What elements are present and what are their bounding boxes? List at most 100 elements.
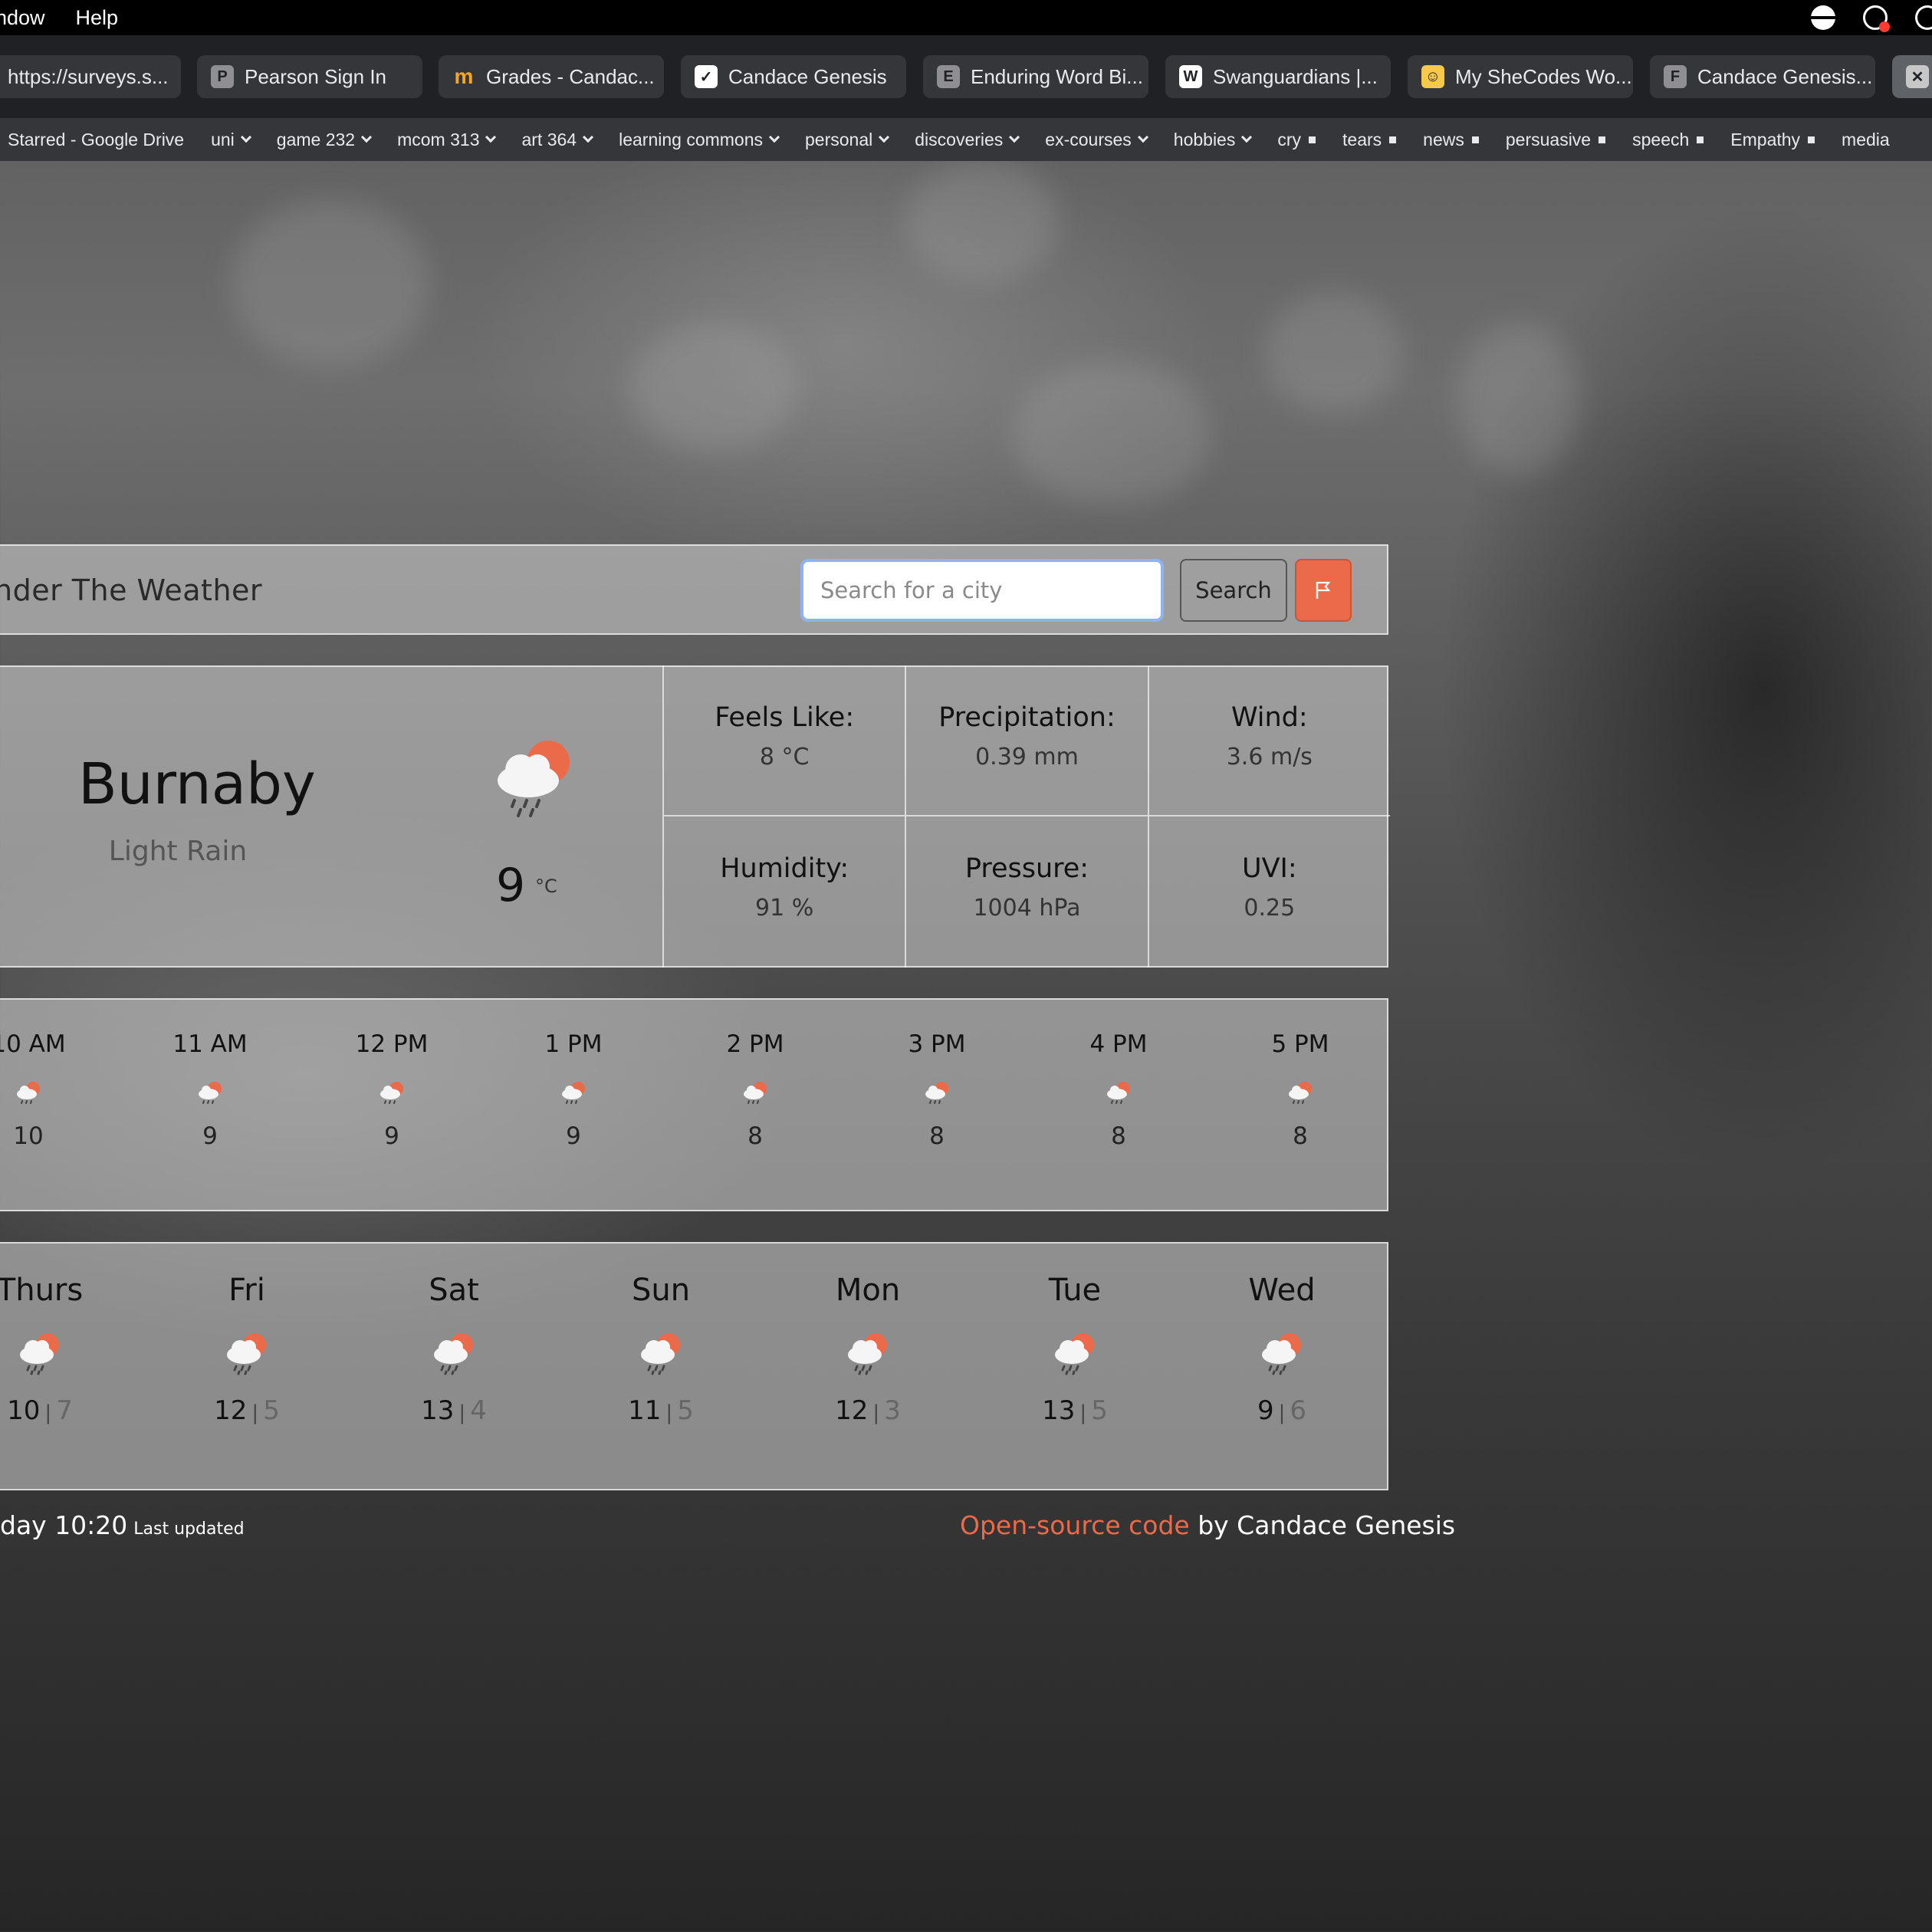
f-favicon-icon: F	[1664, 65, 1687, 88]
bookmark-label: tears	[1342, 129, 1382, 150]
author-byline: by Candace Genesis	[1189, 1510, 1456, 1540]
menu-help[interactable]: Help	[76, 6, 119, 30]
day-min-temp: 5	[263, 1395, 280, 1426]
bookmark-folder-personal[interactable]: personal	[805, 130, 890, 150]
bookmark-folder-uni[interactable]: uni	[211, 130, 251, 150]
chevron-down-icon	[583, 131, 594, 143]
genesis-favicon-icon: ✓	[695, 65, 718, 88]
day-max-temp: 12	[835, 1395, 869, 1426]
hour-time: 12 PM	[355, 1030, 429, 1058]
day-name: Tue	[1048, 1273, 1102, 1308]
bookmark-speech[interactable]: speech	[1632, 130, 1704, 150]
detail-value: 1004 hPa	[973, 895, 1081, 922]
day-min-temp: 7	[56, 1395, 73, 1426]
hour-time: 3 PM	[908, 1030, 966, 1058]
pearson-favicon-icon: P	[211, 65, 234, 88]
day-max-temp: 10	[7, 1395, 41, 1426]
bookmark-label: learning commons	[619, 129, 764, 150]
bookmark-label: speech	[1632, 129, 1690, 150]
bookmark-starred[interactable]: Starred - Google Drive	[8, 130, 184, 150]
hour-item: 5 PM 8	[1239, 1030, 1362, 1150]
status-icon[interactable]	[1915, 5, 1932, 30]
detail-value: 91 %	[755, 895, 814, 922]
globe-icon[interactable]	[1811, 5, 1835, 30]
tab-label: My SheCodes Wo...	[1455, 64, 1632, 88]
sun-cloud-rain-icon	[744, 1082, 767, 1104]
chevron-down-icon	[240, 131, 251, 143]
day-name: Wed	[1248, 1273, 1316, 1308]
detail-label: Wind:	[1230, 702, 1308, 733]
bookmark-folder-ex-courses[interactable]: ex-courses	[1045, 130, 1148, 150]
sun-cloud-rain-icon	[227, 1333, 266, 1375]
menu-window[interactable]: ndow	[0, 6, 45, 30]
day-min-temp: 6	[1290, 1395, 1307, 1426]
sun-cloud-rain-icon	[498, 741, 570, 817]
sun-cloud-rain-icon	[20, 1333, 59, 1375]
tab-grades[interactable]: m Grades - Candac...	[439, 55, 664, 98]
current-temperature: 9	[496, 859, 526, 912]
tab-pearson[interactable]: P Pearson Sign In	[197, 55, 422, 98]
flag-icon	[1316, 581, 1331, 599]
day-item: Sat 13 | 4	[385, 1273, 523, 1426]
bookmark-folder-learning[interactable]: learning commons	[619, 129, 780, 150]
tab-candace-genesis-2[interactable]: F Candace Genesis...	[1650, 55, 1875, 98]
creative-cloud-icon[interactable]	[1863, 5, 1890, 32]
hour-temp: 8	[1111, 1122, 1126, 1150]
tab-shecodes[interactable]: ☺ My SheCodes Wo...	[1408, 55, 1633, 98]
chevron-down-icon	[768, 131, 780, 143]
tab-enduring-word[interactable]: E Enduring Word Bi...	[923, 55, 1148, 98]
chevron-down-icon	[1009, 131, 1020, 143]
tab-surveys[interactable]: https://surveys.s...	[0, 55, 181, 98]
temp-separator: |	[872, 1401, 880, 1424]
day-item: Thurs 10 | 7	[0, 1273, 109, 1426]
bookmark-folder-mcom[interactable]: mcom 313	[397, 130, 497, 150]
detail-label: UVI:	[1241, 853, 1297, 884]
hour-time: 11 AM	[172, 1030, 248, 1058]
bookmark-news[interactable]: news	[1423, 130, 1479, 150]
credits: Open-source code by Candace Genesis	[960, 1510, 1455, 1540]
weather-details-grid: Feels Like: 8 °C Precipitation: 0.39 mm …	[662, 665, 1390, 968]
sun-cloud-rain-icon	[925, 1082, 948, 1104]
day-max-temp: 9	[1257, 1395, 1274, 1426]
bookmark-label: persuasive	[1505, 129, 1592, 150]
bookmark-cry[interactable]: cry	[1277, 130, 1316, 150]
last-updated-label: Last updated	[133, 1520, 245, 1539]
weather-description: Light Rain	[108, 836, 248, 867]
bookmark-label: game 232	[276, 129, 356, 150]
bookmarks-bar: Starred - Google Drive uni game 232 mcom…	[0, 118, 1932, 161]
bookmark-folder-discoveries[interactable]: discoveries	[915, 129, 1020, 150]
detail-precipitation: Precipitation: 0.39 mm	[905, 665, 1148, 816]
bookmark-media[interactable]: media	[1842, 130, 1890, 150]
bookmark-folder-hobbies[interactable]: hobbies	[1174, 130, 1253, 150]
bookmark-empathy[interactable]: Empathy	[1730, 130, 1815, 150]
close-tab-icon[interactable]: ✕	[1906, 65, 1929, 88]
bookmark-folder-art[interactable]: art 364	[521, 130, 594, 150]
tab-swanguardians[interactable]: W Swanguardians |...	[1165, 55, 1391, 98]
detail-pressure: Pressure: 1004 hPa	[905, 816, 1147, 968]
bookmark-folder-game[interactable]: game 232	[276, 129, 373, 150]
current-location-button[interactable]	[1295, 559, 1352, 622]
detail-feels-like: Feels Like: 8 °C	[662, 665, 905, 816]
hour-time: 5 PM	[1271, 1030, 1329, 1058]
open-source-link[interactable]: Open-source code	[960, 1510, 1190, 1540]
search-button[interactable]: Search	[1180, 559, 1287, 622]
tab-active[interactable]: ✕	[1892, 55, 1932, 98]
hour-item: 1 PM 9	[512, 1030, 635, 1150]
chevron-down-icon	[1241, 131, 1253, 143]
daily-forecast: Thurs 10 | 7 Fri 12 | 5 Sat 13 | 4 Sun 11 | 5 Mo…	[0, 1242, 1388, 1490]
bookmark-persuasive[interactable]: persuasive	[1505, 129, 1606, 150]
city-search-input[interactable]	[800, 559, 1164, 622]
moodle-favicon-icon: m	[454, 64, 474, 88]
bookmark-tears[interactable]: tears	[1342, 129, 1397, 150]
sun-cloud-rain-icon	[562, 1082, 585, 1104]
app-title: nder The Weather	[0, 573, 263, 607]
detail-wind: Wind: 3.6 m/s	[1147, 665, 1390, 816]
day-max-temp: 13	[1042, 1395, 1076, 1426]
bookmark-label: discoveries	[915, 129, 1004, 150]
tab-candace-genesis[interactable]: ✓ Candace Genesis	[681, 55, 906, 98]
day-item: Fri 12 | 5	[178, 1273, 316, 1426]
day-temps: 12 | 3	[799, 1395, 937, 1426]
hour-item: 3 PM 8	[876, 1030, 998, 1150]
sun-cloud-rain-icon	[199, 1082, 222, 1104]
tab-label: Candace Genesis...	[1697, 64, 1873, 88]
